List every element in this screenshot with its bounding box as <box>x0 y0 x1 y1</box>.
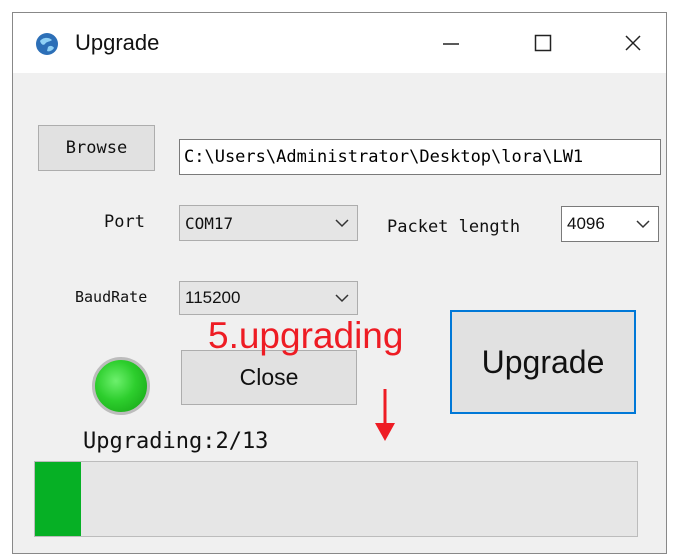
chevron-down-icon <box>335 294 349 303</box>
step-annotation: 5.upgrading <box>208 315 404 356</box>
close-button[interactable]: Close <box>181 350 357 405</box>
baudrate-select[interactable]: 115200 <box>179 281 358 315</box>
packet-length-selected-value: 4096 <box>567 214 605 233</box>
status-led-indicator <box>92 357 150 415</box>
close-icon <box>625 35 641 51</box>
window-title: Upgrade <box>75 30 160 55</box>
file-path-input[interactable]: C:\Users\Administrator\Desktop\lora\LW1 <box>179 139 661 175</box>
maximize-icon <box>534 34 552 52</box>
chevron-down-icon <box>335 219 349 228</box>
baudrate-selected-value: 115200 <box>185 288 241 307</box>
packet-length-label: Packet length <box>387 217 521 237</box>
close-window-button[interactable] <box>613 27 653 59</box>
arrow-down-icon <box>375 389 395 441</box>
port-selected-value: COM17 <box>185 213 234 233</box>
upgrade-button[interactable]: Upgrade <box>450 310 636 414</box>
upgrade-window: Upgrade Browse C:\Users\Administrator\De… <box>12 12 667 554</box>
maximize-button[interactable] <box>523 27 563 59</box>
progress-fill <box>35 462 82 536</box>
packet-length-select[interactable]: 4096 <box>561 206 659 242</box>
upgrade-progress-bar <box>34 461 638 537</box>
port-label: Port <box>104 212 145 232</box>
baudrate-label: BaudRate <box>75 288 148 306</box>
title-bar: Upgrade <box>13 13 666 73</box>
chevron-down-icon <box>636 220 650 229</box>
globe-icon <box>36 33 58 55</box>
port-select[interactable]: COM17 <box>179 205 358 241</box>
browse-button[interactable]: Browse <box>38 125 155 171</box>
upgrade-status-text: Upgrading:2/13 <box>83 429 269 454</box>
minimize-button[interactable] <box>431 27 471 59</box>
minimize-icon <box>443 43 459 45</box>
